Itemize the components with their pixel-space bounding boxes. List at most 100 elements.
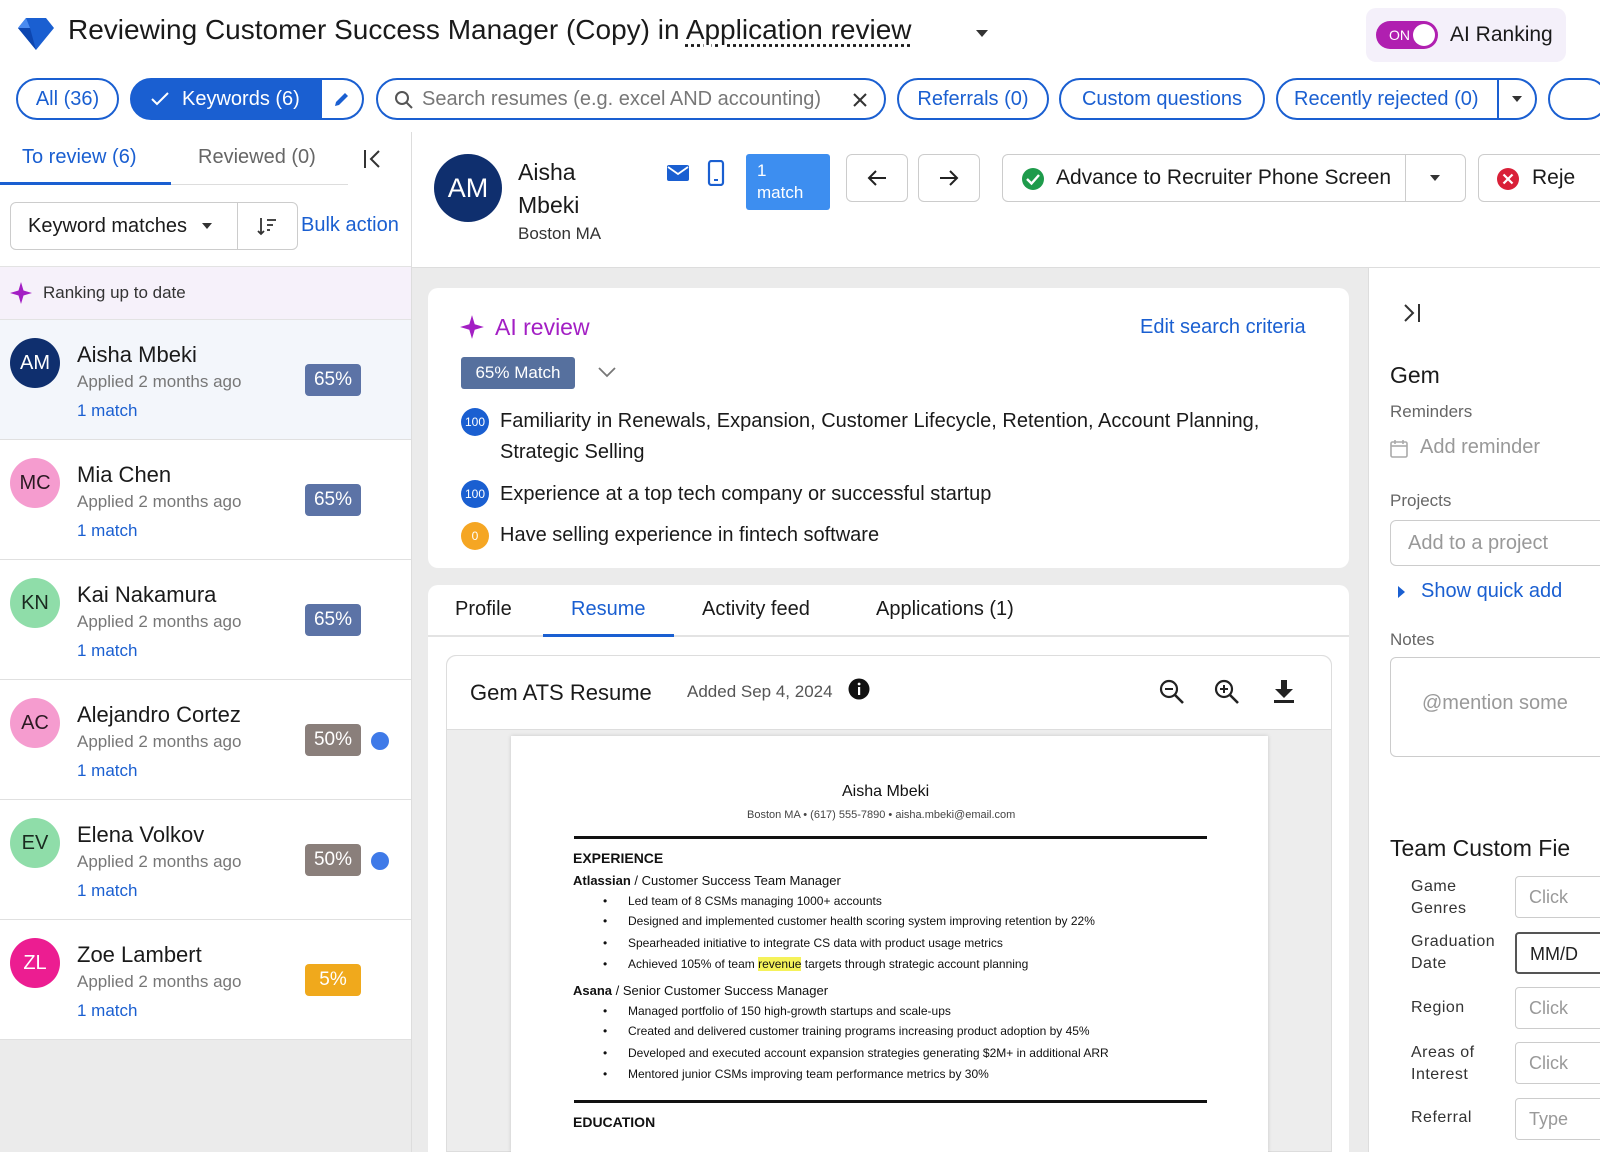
unread-dot	[371, 852, 389, 870]
candidate-avatar: KN	[10, 578, 60, 628]
resume-bullet: Developed and executed account expansion…	[603, 1046, 1109, 1060]
collapse-panel-icon[interactable]	[362, 148, 384, 170]
resume-bullet-text: Led team of 8 CSMs managing 1000+ accoun…	[628, 894, 882, 908]
resume-bullet: Managed portfolio of 150 high-growth sta…	[603, 1004, 951, 1018]
stage-dropdown-caret-icon[interactable]	[976, 30, 988, 37]
candidate-score-badge: 5%	[305, 964, 361, 996]
candidate-match-link[interactable]: 1 match	[77, 521, 137, 541]
tab-profile[interactable]: Profile	[455, 598, 512, 621]
reject-x-circle-icon	[1497, 168, 1519, 190]
toggle-state-label: ON	[1389, 27, 1410, 43]
resume-bullet: Designed and implemented customer health…	[603, 914, 1095, 928]
filter-custom-questions-pill[interactable]: Custom questions	[1059, 78, 1265, 120]
filter-all-pill[interactable]: All (36)	[16, 78, 119, 120]
previous-candidate-button[interactable]	[846, 154, 908, 202]
filter-all-label: All (36)	[35, 87, 100, 110]
add-reminder-button[interactable]: Add reminder	[1420, 436, 1540, 459]
check-circle-icon	[1022, 168, 1044, 190]
candidate-name: Alejandro Cortez	[77, 702, 241, 727]
search-input[interactable]	[422, 88, 842, 111]
candidate-avatar: MC	[10, 458, 60, 508]
candidate-name: Zoe Lambert	[77, 942, 202, 967]
field-label-game-genres: Game Genres	[1411, 878, 1467, 917]
resume-title: Gem ATS Resume	[470, 680, 652, 705]
candidate-row[interactable]: AM Aisha Mbeki Applied 2 months ago 1 match…	[0, 320, 411, 440]
resume-section-heading: EXPERIENCE	[573, 850, 664, 866]
bulk-action-link[interactable]: Bulk action	[301, 214, 399, 237]
email-icon[interactable]	[666, 164, 690, 182]
tab-reviewed[interactable]: Reviewed (0)	[198, 146, 316, 169]
candidate-match-link[interactable]: 1 match	[77, 1001, 137, 1021]
pencil-icon	[335, 93, 348, 106]
filter-recently-rejected-pill[interactable]: Recently rejected (0)	[1276, 78, 1537, 120]
divider	[237, 202, 238, 250]
field-input-game-genres[interactable]: Click	[1515, 876, 1600, 918]
info-icon[interactable]	[848, 678, 870, 700]
gem-logo-icon	[18, 18, 54, 50]
edit-keywords-button[interactable]	[320, 80, 362, 118]
filter-keywords-pill[interactable]: Keywords (6)	[130, 78, 364, 120]
resume-bullet: Spearheaded initiative to integrate CS d…	[603, 936, 1003, 950]
candidate-row[interactable]: KN Kai Nakamura Applied 2 months ago 1 matc…	[0, 560, 411, 680]
resume-bullet-text: Achieved 105% of team	[628, 957, 759, 971]
candidate-name: Aisha Mbeki	[77, 342, 197, 367]
resume-doc-name: Aisha Mbeki	[842, 783, 930, 800]
next-candidate-button[interactable]	[918, 154, 980, 202]
resume-bullet-text: Developed and executed account expansion…	[628, 1046, 1109, 1060]
candidate-score-badge: 65%	[305, 604, 361, 636]
field-input-referral[interactable]: Type	[1515, 1098, 1600, 1140]
show-quick-add-link[interactable]: Show quick add	[1421, 580, 1562, 603]
candidate-applied-time: Applied 2 months ago	[77, 612, 242, 631]
candidate-name: Mia Chen	[77, 462, 172, 487]
tab-activity-feed[interactable]: Activity feed	[702, 598, 810, 621]
candidate-avatar: ZL	[10, 938, 60, 988]
candidate-row[interactable]: AC Alejandro Cortez Applied 2 months ago 1 …	[0, 680, 411, 800]
zoom-out-icon[interactable]	[1159, 679, 1185, 705]
match-word: match	[757, 183, 804, 202]
collapse-right-panel-icon[interactable]	[1401, 302, 1423, 324]
chevron-down-icon[interactable]	[598, 366, 616, 378]
download-icon[interactable]	[1272, 678, 1296, 704]
tab-to-review[interactable]: To review (6)	[22, 146, 136, 169]
field-label-referral: Referral	[1411, 1109, 1472, 1126]
field-input-region[interactable]: Click	[1515, 987, 1600, 1029]
candidate-row[interactable]: EV Elena Volkov Applied 2 months ago 1 matc…	[0, 800, 411, 920]
sort-order-icon[interactable]	[257, 216, 277, 236]
tab-divider	[171, 184, 348, 185]
advance-dropdown-caret-icon[interactable]	[1430, 175, 1440, 181]
candidate-match-link[interactable]: 1 match	[77, 761, 137, 781]
filter-more-pill[interactable]	[1548, 78, 1600, 120]
candidate-row[interactable]: ZL Zoe Lambert Applied 2 months ago 1 match…	[0, 920, 411, 1040]
clear-search-icon[interactable]	[852, 92, 868, 108]
search-icon	[395, 91, 413, 109]
candidate-row[interactable]: MC Mia Chen Applied 2 months ago 1 match 65%	[0, 440, 411, 560]
edit-search-criteria-link[interactable]: Edit search criteria	[1140, 316, 1306, 339]
reject-button-label: Reje	[1532, 166, 1576, 189]
match-count-badge[interactable]: 1 match	[746, 154, 830, 210]
candidate-match-link[interactable]: 1 match	[77, 881, 137, 901]
phone-icon[interactable]	[707, 160, 725, 186]
field-input-graduation-date[interactable]: MM/D	[1515, 932, 1600, 974]
resume-bullet: Achieved 105% of team revenue targets th…	[603, 957, 1028, 971]
tab-applications[interactable]: Applications (1)	[876, 598, 1014, 621]
candidate-match-link[interactable]: 1 match	[77, 401, 137, 421]
ai-ranking-label: AI Ranking	[1450, 23, 1553, 46]
resume-bullet-text: Mentored junior CSMs improving team perf…	[628, 1067, 989, 1081]
team-custom-fields-title: Team Custom Fie	[1390, 835, 1571, 861]
match-count: 1	[757, 161, 767, 180]
criterion-score-badge: 0	[461, 522, 489, 550]
candidate-last-name: Mbeki	[518, 192, 580, 218]
chevron-down-icon	[202, 223, 212, 229]
candidate-score-badge: 50%	[305, 844, 361, 876]
match-score-pill: 65% Match	[461, 357, 575, 389]
candidate-match-link[interactable]: 1 match	[77, 641, 137, 661]
ranking-status-text: Ranking up to date	[43, 283, 186, 302]
calendar-icon	[1390, 440, 1408, 458]
zoom-in-icon[interactable]	[1214, 679, 1240, 705]
tab-resume[interactable]: Resume	[571, 598, 645, 621]
field-input-areas-of-interest[interactable]: Click	[1515, 1042, 1600, 1084]
recently-rejected-dropdown[interactable]	[1497, 80, 1535, 118]
arrow-right-icon	[940, 170, 959, 186]
stage-link[interactable]: Application review	[686, 14, 912, 45]
filter-referrals-pill[interactable]: Referrals (0)	[897, 78, 1049, 120]
